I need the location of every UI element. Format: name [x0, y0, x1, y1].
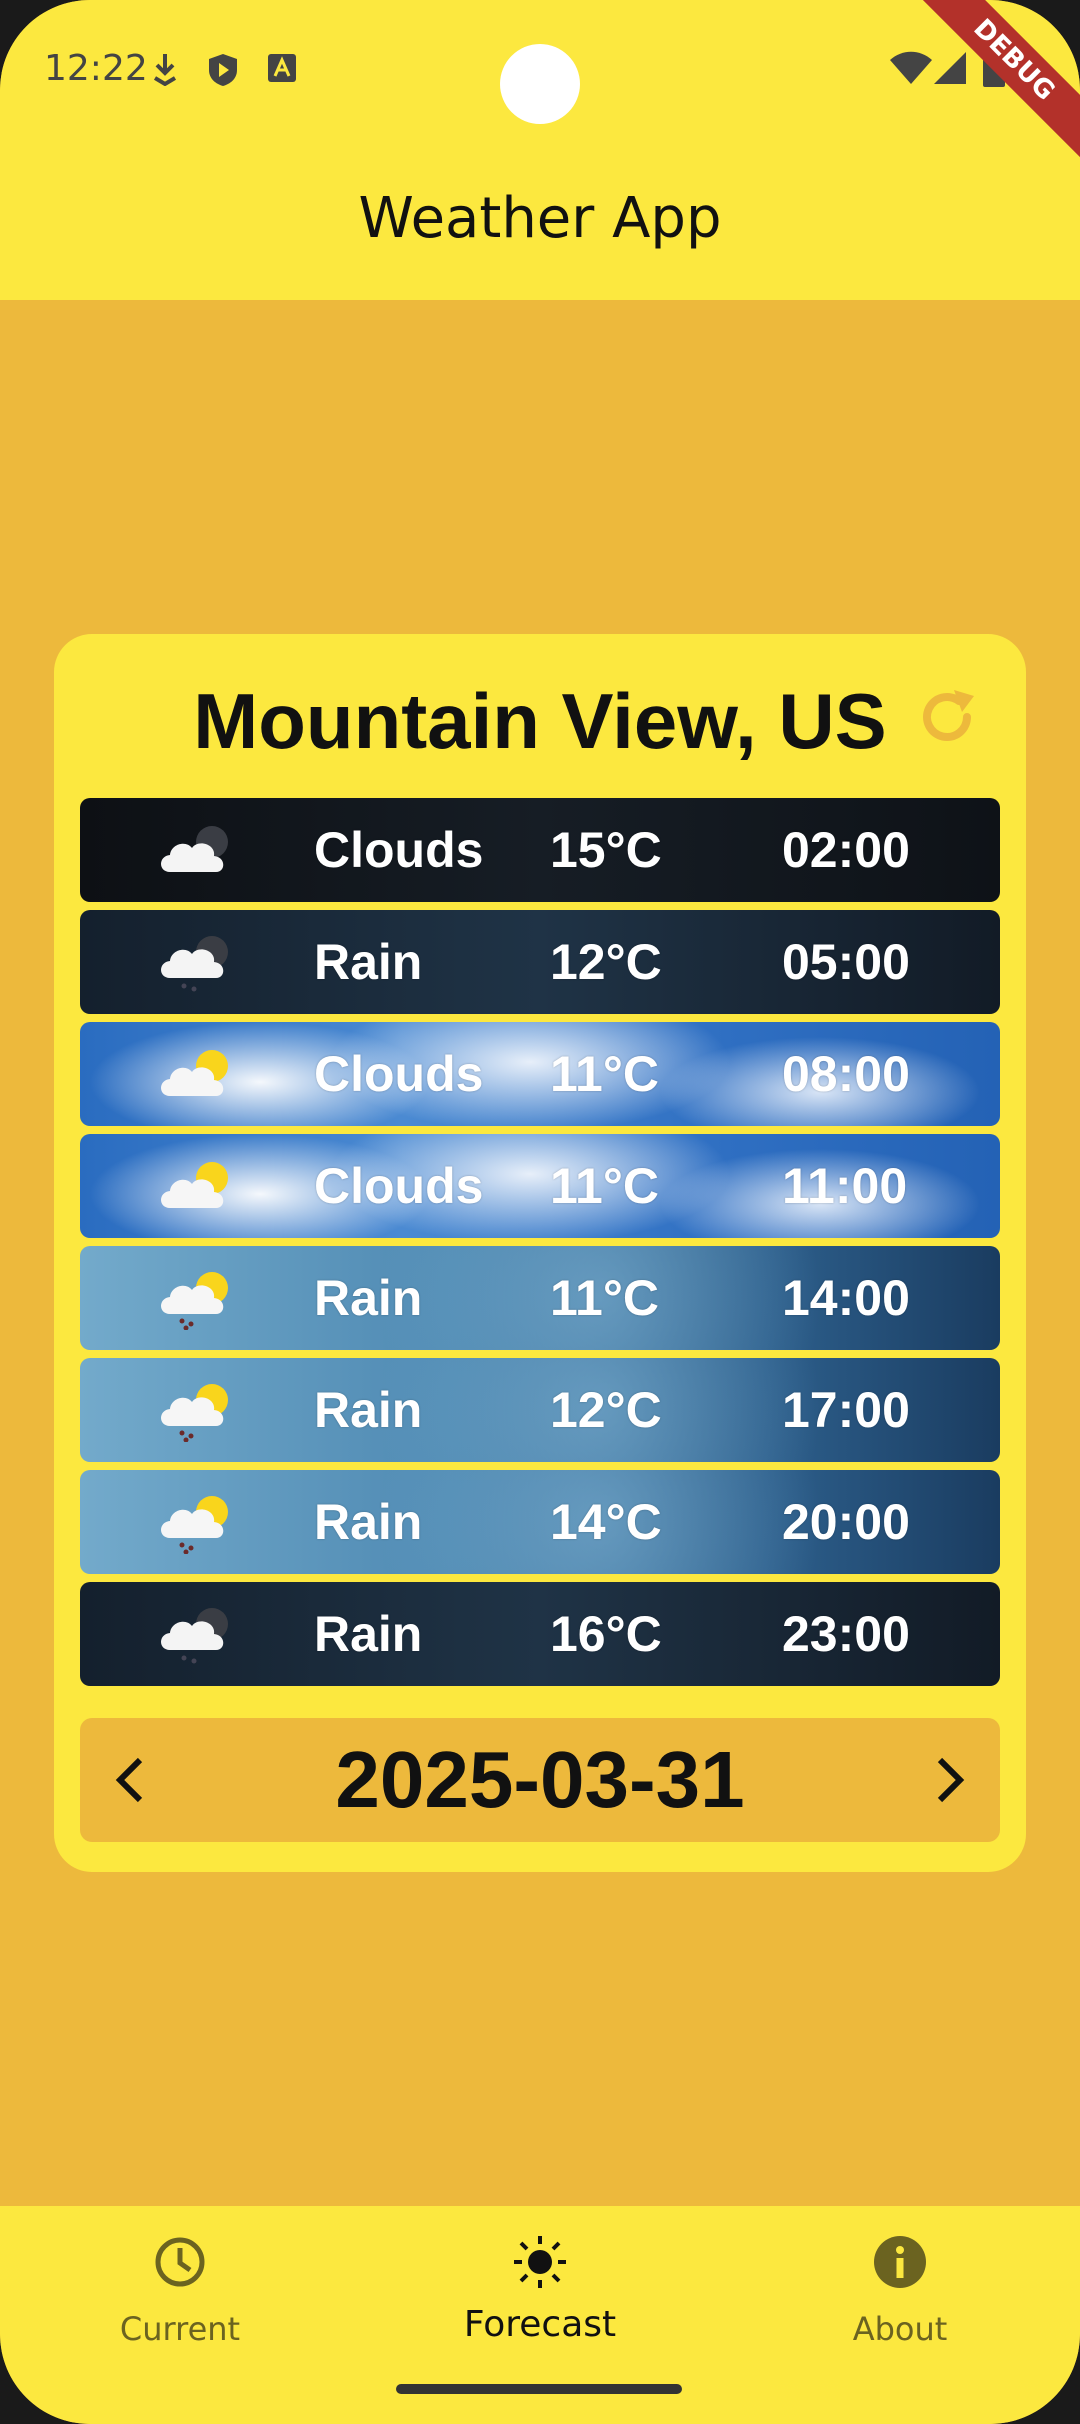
forecast-condition: Rain: [314, 1606, 423, 1662]
forecast-condition: Clouds: [314, 1046, 484, 1102]
top-bar: 12:22 DEBUG Weather App: [0, 0, 1080, 300]
forecast-date: 2025-03-31: [335, 1735, 745, 1824]
forecast-time: 02:00: [782, 822, 910, 878]
forecast-row: Clouds 15°C 02:00: [80, 798, 1000, 902]
forecast-time: 20:00: [782, 1494, 910, 1550]
forecast-time: 17:00: [782, 1382, 910, 1438]
forecast-row: Clouds 11°C 08:00: [80, 1022, 1000, 1126]
forecast-time: 05:00: [782, 934, 910, 990]
nav-label-current: Current: [119, 2310, 241, 2348]
cloud-night-icon: [161, 826, 228, 872]
app-title: Weather App: [358, 186, 722, 251]
rain-sun-icon: [161, 1272, 228, 1330]
forecast-card: Mountain View, US Clouds 15°C 02:00 Rain…: [54, 634, 1026, 1872]
chevron-right-icon[interactable]: [918, 1750, 978, 1810]
status-time: 12:22: [44, 48, 148, 89]
nav-label-about: About: [852, 2310, 948, 2348]
download-status-icon: [153, 54, 177, 86]
clock-icon: [155, 2237, 205, 2287]
rain-sun-icon: [161, 1496, 228, 1554]
forecast-time: 11:00: [782, 1158, 908, 1214]
phone-screen: 12:22 DEBUG Weather App Mountain View, U…: [0, 0, 1080, 2424]
forecast-time: 08:00: [782, 1046, 910, 1102]
forecast-temperature: 15°C: [550, 822, 662, 878]
sun-icon: [514, 2236, 566, 2288]
forecast-row: Rain 12°C 05:00: [80, 910, 1000, 1014]
forecast-condition: Clouds: [314, 822, 484, 878]
cloud-night-icon: [161, 936, 228, 992]
forecast-temperature: 11°C: [550, 1046, 659, 1102]
text-format-icon: [268, 54, 296, 82]
wifi-icon: [890, 51, 932, 84]
home-indicator[interactable]: [396, 2384, 682, 2394]
forecast-condition: Rain: [314, 1382, 423, 1438]
cellular-signal-icon: [934, 52, 966, 84]
forecast-condition: Rain: [314, 1270, 423, 1326]
forecast-temperature: 11°C: [550, 1158, 659, 1214]
nav-label-forecast: Forecast: [463, 2304, 617, 2345]
rain-night-icon: [161, 1608, 228, 1664]
forecast-temperature: 14°C: [550, 1494, 662, 1550]
city-title: Mountain View, US: [193, 677, 887, 765]
forecast-temperature: 16°C: [550, 1606, 662, 1662]
cloud-sun-icon: [161, 1050, 228, 1096]
cloud-sun-icon: [161, 1162, 228, 1208]
forecast-temperature: 12°C: [550, 1382, 662, 1438]
info-icon: [874, 2236, 926, 2288]
forecast-row: Clouds 11°C 11:00: [80, 1134, 1000, 1238]
forecast-row: Rain 14°C 20:00: [80, 1470, 1000, 1574]
forecast-condition: Rain: [314, 934, 423, 990]
nav-item-about[interactable]: About: [720, 2206, 1080, 2424]
forecast-temperature: 12°C: [550, 934, 662, 990]
camera-cutout: [500, 44, 580, 124]
nav-item-current[interactable]: Current: [0, 2206, 360, 2424]
refresh-icon[interactable]: [912, 682, 982, 752]
date-selector: 2025-03-31: [80, 1718, 1000, 1842]
forecast-condition: Clouds: [314, 1158, 484, 1214]
rain-sun-icon: [161, 1384, 228, 1442]
shield-play-icon: [209, 54, 237, 86]
forecast-condition: Rain: [314, 1494, 423, 1550]
forecast-row: Rain 16°C 23:00: [80, 1582, 1000, 1686]
forecast-row: Rain 12°C 17:00: [80, 1358, 1000, 1462]
forecast-row: Rain 11°C 14:00: [80, 1246, 1000, 1350]
forecast-time: 23:00: [782, 1606, 910, 1662]
forecast-temperature: 11°C: [550, 1270, 659, 1326]
forecast-time: 14:00: [782, 1270, 910, 1326]
